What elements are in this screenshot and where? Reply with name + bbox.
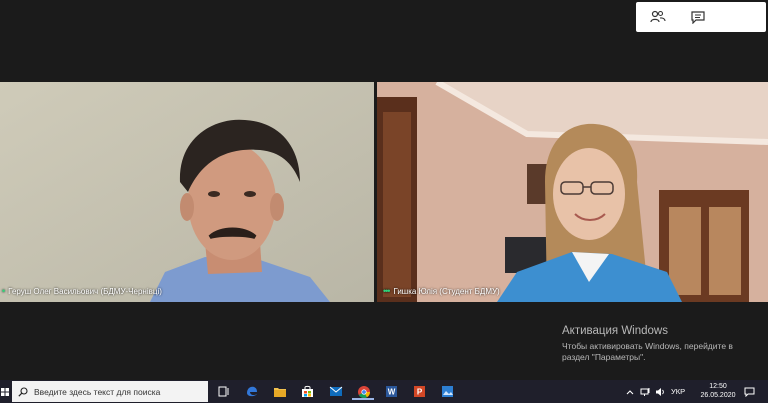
word-button[interactable]: W [383,383,400,400]
watermark-title: Активация Windows [562,325,668,337]
start-button[interactable] [0,380,10,403]
store-icon [302,385,313,397]
language-indicator: УКР [671,387,686,396]
participant-name-tag: ••• Гишка Юлія (Студент БДМУ) [383,286,500,296]
photos-icon [442,386,453,397]
edge-button[interactable] [243,383,260,400]
word-icon: W [386,386,397,397]
chevron-up-icon [626,389,634,394]
notification-icon [744,387,755,397]
svg-text:P: P [417,388,423,397]
volume-button[interactable] [655,380,666,403]
participant-video-right [377,82,768,302]
meeting-stage: Ви ••• [0,0,768,380]
volume-icon [656,387,664,396]
windows-logo-icon [1,387,9,396]
taskbar-search-box[interactable]: Введите здесь текст для поиска [12,381,208,402]
chat-button[interactable] [678,2,718,32]
participant-name: Гишка Юлія (Студент БДМУ) [393,287,500,296]
network-button[interactable] [640,380,651,403]
search-icon [18,386,28,397]
participant-video-tile[interactable]: • Геруш Олег Васильович (БДМУ-Чернівці) [0,82,374,302]
windows-taskbar: Введите здесь текст для поиска W P УКР 1… [0,380,768,403]
windows-activation-watermark: Активация Windows Чтобы активировать Win… [562,325,752,363]
chat-icon [691,10,705,24]
active-dots-indicator: • [2,286,5,296]
mail-button[interactable] [327,383,344,400]
action-center-button[interactable] [744,380,755,403]
network-icon [640,387,650,396]
people-icon [650,10,666,23]
call-toolbar: Ви ••• [636,2,766,32]
task-view-icon [218,386,228,397]
file-explorer-button[interactable] [271,383,288,400]
show-hidden-icons-button[interactable] [626,380,634,403]
participant-name: Геруш Олег Васильович (БДМУ-Чернівці) [8,287,162,296]
active-app-indicator [352,398,374,400]
store-button[interactable] [299,383,316,400]
chrome-button[interactable] [352,383,374,400]
folder-icon [273,387,286,397]
task-view-button[interactable] [215,383,232,400]
participant-video-left [0,82,374,302]
watermark-text: Чтобы активировать Windows, перейдите в … [562,341,733,362]
people-button[interactable] [638,2,678,32]
participant-name-tag: • Геруш Олег Васильович (БДМУ-Чернівці) [2,286,162,296]
edge-icon [247,386,257,397]
input-language-button[interactable]: УКР [671,380,685,403]
search-placeholder: Введите здесь текст для поиска [34,386,161,397]
photos-button[interactable] [439,383,456,400]
powerpoint-icon: P [414,386,425,397]
svg-text:W: W [388,388,396,397]
active-dots-indicator: ••• [383,286,391,296]
powerpoint-button[interactable]: P [411,383,428,400]
chrome-icon [357,385,370,398]
taskbar-clock[interactable]: 12:50 26.05.2020 [700,382,736,400]
clock-time: 12:50 [709,383,727,390]
clock-date: 26.05.2020 [700,392,736,399]
participant-video-tile[interactable]: ••• Гишка Юлія (Студент БДМУ) [377,82,768,302]
mail-icon [329,386,342,396]
